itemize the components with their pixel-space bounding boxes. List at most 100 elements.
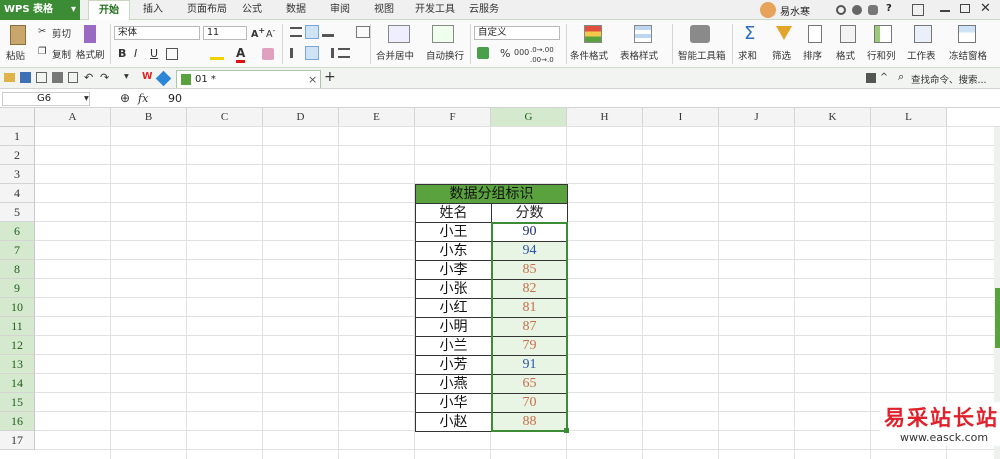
panel-icon[interactable] xyxy=(866,73,876,83)
align-middle-icon[interactable] xyxy=(305,25,319,39)
align-top-icon[interactable] xyxy=(290,27,302,37)
paste-button[interactable]: 粘贴 xyxy=(6,48,25,62)
user-name[interactable]: 易水寒 xyxy=(780,3,810,18)
row-header-4[interactable]: 4 xyxy=(0,184,35,203)
format-icon[interactable] xyxy=(840,25,856,43)
name-cell[interactable]: 小燕 xyxy=(415,374,492,394)
merge-center-icon[interactable] xyxy=(388,25,410,43)
column-header-f[interactable]: F xyxy=(415,108,491,127)
row-header-5[interactable]: 5 xyxy=(0,203,35,222)
font-size-select[interactable]: 11 xyxy=(203,26,247,40)
column-header-e[interactable]: E xyxy=(339,108,415,127)
tab-developer[interactable]: 开发工具 xyxy=(410,0,460,20)
wps-logo-icon[interactable]: W xyxy=(142,71,152,82)
avatar[interactable] xyxy=(760,2,776,18)
row-header-1[interactable]: 1 xyxy=(0,127,35,146)
freeze-panes-icon[interactable] xyxy=(958,25,976,43)
row-header-13[interactable]: 13 xyxy=(0,355,35,374)
table-style-icon[interactable] xyxy=(634,25,652,43)
font-name-select[interactable]: 宋体 xyxy=(114,26,200,40)
number-format-select[interactable]: 自定义 xyxy=(474,26,560,40)
filter-icon[interactable] xyxy=(776,26,792,40)
skin-icon[interactable] xyxy=(836,5,846,15)
rows-cols-button[interactable]: 行和列 xyxy=(867,48,896,62)
column-header-l[interactable]: L xyxy=(871,108,947,127)
spreadsheet-grid[interactable]: ABCDEFGHIJKL 1 2 3 4 5 6 7 8 9 10 11 12 13 14 15 16 17 数… xyxy=(0,108,1000,459)
decrease-font-icon[interactable]: A- xyxy=(266,26,275,40)
row-header-16[interactable]: 16 xyxy=(0,412,35,431)
underline-button[interactable]: U xyxy=(150,47,158,60)
sum-button[interactable]: 求和 xyxy=(738,48,757,62)
help-icon[interactable]: ? xyxy=(886,3,892,14)
table-title[interactable]: 数据分组标识 xyxy=(415,184,568,204)
row-header-11[interactable]: 11 xyxy=(0,317,35,336)
sum-icon[interactable]: Σ xyxy=(744,23,755,44)
redo-icon[interactable]: ↷ xyxy=(100,71,109,84)
zoom-icon[interactable]: ⊕ xyxy=(120,91,130,105)
italic-button[interactable]: I xyxy=(134,47,137,60)
open-folder-icon[interactable] xyxy=(4,73,15,82)
name-cell[interactable]: 小明 xyxy=(415,317,492,337)
percent-button[interactable]: % xyxy=(500,47,510,60)
tab-view[interactable]: 视图 xyxy=(368,0,400,20)
toolbox-icon[interactable] xyxy=(690,25,710,43)
column-header-c[interactable]: C xyxy=(187,108,263,127)
column-header-i[interactable]: I xyxy=(643,108,719,127)
clear-format-icon[interactable] xyxy=(262,48,274,60)
bold-button[interactable]: B xyxy=(118,47,126,60)
copy-button[interactable]: 复制 xyxy=(52,47,71,61)
name-cell[interactable]: 小李 xyxy=(415,260,492,280)
increase-decimal-button[interactable]: .0→.00 xyxy=(530,46,554,54)
tab-cloud[interactable]: 云服务 xyxy=(464,0,504,20)
column-header-g[interactable]: G xyxy=(491,108,567,127)
name-cell[interactable]: 小华 xyxy=(415,393,492,413)
font-color-button[interactable]: A xyxy=(236,46,246,63)
column-header-h[interactable]: H xyxy=(567,108,643,127)
row-header-10[interactable]: 10 xyxy=(0,298,35,317)
document-icon[interactable] xyxy=(868,5,878,15)
row-header-9[interactable]: 9 xyxy=(0,279,35,298)
align-center-icon[interactable] xyxy=(305,46,319,60)
chevron-up-icon[interactable]: ^ xyxy=(880,72,888,83)
increase-font-icon[interactable]: A+ xyxy=(251,26,265,40)
tab-review[interactable]: 审阅 xyxy=(324,0,356,20)
column-header-k[interactable]: K xyxy=(795,108,871,127)
copy-icon[interactable]: ❐ xyxy=(38,46,47,57)
conditional-format-button[interactable]: 条件格式 xyxy=(570,48,608,62)
formula-input[interactable]: 90 xyxy=(168,92,182,105)
fullscreen-icon[interactable] xyxy=(912,4,924,16)
column-title-score[interactable]: 分数 xyxy=(491,203,568,223)
format-painter-button[interactable]: 格式刷 xyxy=(76,47,105,61)
row-header-12[interactable]: 12 xyxy=(0,336,35,355)
cut-button[interactable]: 剪切 xyxy=(52,26,71,40)
format-button[interactable]: 格式 xyxy=(836,48,855,62)
wrap-text-button[interactable]: 自动换行 xyxy=(426,48,464,62)
scroll-thumb[interactable] xyxy=(995,288,1000,348)
name-cell[interactable]: 小东 xyxy=(415,241,492,261)
sort-button[interactable]: 排序 xyxy=(803,48,822,62)
tab-insert[interactable]: 插入 xyxy=(136,0,170,20)
sort-icon[interactable] xyxy=(808,25,822,43)
minimize-icon[interactable] xyxy=(940,10,950,12)
export-icon[interactable] xyxy=(68,72,78,83)
justify-icon[interactable] xyxy=(338,48,350,58)
search-box[interactable]: ⌕ 查找命令、搜索... xyxy=(896,70,1000,86)
name-cell[interactable]: 小芳 xyxy=(415,355,492,375)
row-header-17[interactable]: 17 xyxy=(0,431,35,450)
app-menu-button[interactable]: WPS 表格 ▾ xyxy=(0,0,80,20)
align-left-icon[interactable] xyxy=(290,48,302,58)
name-cell[interactable]: 小王 xyxy=(415,222,492,242)
format-painter-icon[interactable] xyxy=(84,25,96,43)
chevron-down-icon[interactable]: ▾ xyxy=(124,71,129,82)
column-title-name[interactable]: 姓名 xyxy=(415,203,492,223)
restore-icon[interactable] xyxy=(960,4,970,13)
rows-cols-icon[interactable] xyxy=(874,25,892,43)
worksheet-button[interactable]: 工作表 xyxy=(907,48,936,62)
smart-toolbox-button[interactable]: 智能工具箱 xyxy=(678,48,726,62)
wrap-text-icon[interactable] xyxy=(432,25,454,43)
close-tab-icon[interactable]: × xyxy=(308,71,317,88)
row-header-6[interactable]: 6 xyxy=(0,222,35,241)
name-cell[interactable]: 小红 xyxy=(415,298,492,318)
tab-document-01[interactable]: 01 * × xyxy=(176,70,321,88)
filter-button[interactable]: 筛选 xyxy=(772,48,791,62)
